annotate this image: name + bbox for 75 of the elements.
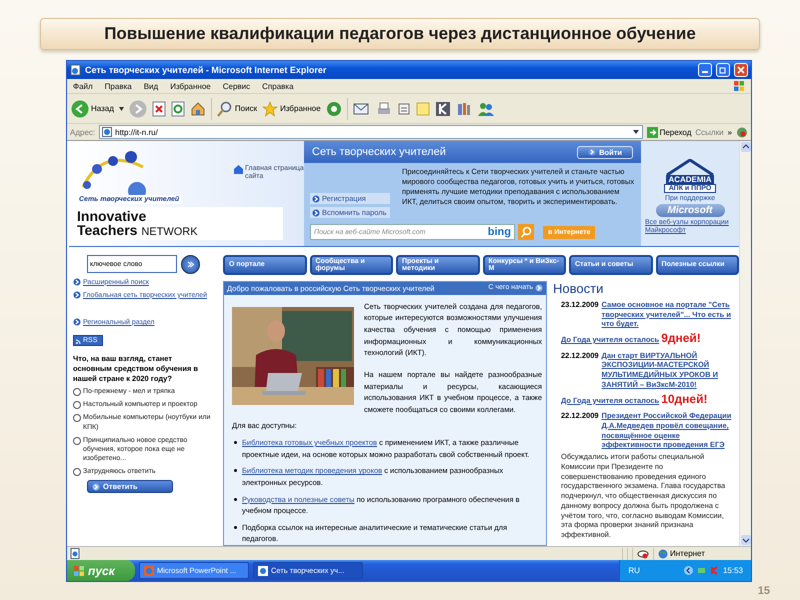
star-icon [262, 100, 278, 116]
books-icon[interactable] [456, 100, 472, 116]
people-icon[interactable] [476, 100, 495, 116]
links-label[interactable]: Ссылки [695, 128, 724, 136]
page-icon [70, 548, 80, 559]
window-title: Сеть творческих учителей - Microsoft Internet Explorer [85, 65, 328, 75]
arrow-circle-icon [588, 148, 596, 156]
close-button[interactable] [734, 63, 748, 77]
back-button[interactable]: Назад [71, 100, 114, 118]
document-icon[interactable] [396, 102, 411, 116]
zone-label: Интернет [658, 548, 748, 558]
menu-item[interactable]: Правка [104, 82, 132, 90]
arrow-circle-icon [73, 318, 81, 326]
ie-page-icon [102, 127, 112, 137]
go-button[interactable]: Переход [646, 126, 692, 138]
window-icon [144, 566, 154, 576]
menu-item[interactable]: Сервис [222, 82, 250, 90]
home-icon[interactable] [190, 100, 206, 116]
search-icon [520, 226, 532, 238]
menu-item[interactable]: Справка [262, 82, 294, 90]
close-icon [737, 66, 745, 74]
radio-button[interactable] [73, 414, 81, 422]
windows-flag-icon [733, 80, 745, 92]
dropdown-caret-icon [632, 128, 640, 136]
search-button[interactable] [518, 224, 534, 240]
more-chevron[interactable]: » [728, 128, 732, 136]
k-letter-icon[interactable] [434, 100, 451, 116]
radio-button[interactable] [73, 436, 81, 445]
bullet-dot [234, 526, 237, 529]
dropdown-caret-icon [118, 106, 124, 110]
arrow-circle-icon [312, 194, 320, 202]
panel-title: Сеть творческих учителей [312, 146, 446, 158]
scroll-down-icon [741, 535, 751, 545]
mail-icon[interactable] [352, 102, 371, 116]
menu-item[interactable]: Файл [73, 82, 93, 90]
slide-title: Повышение квалификации педагогов через дистанционное обучение [40, 18, 760, 50]
ie-page-icon [70, 64, 81, 76]
search-icon [216, 100, 233, 116]
restore-icon [719, 66, 727, 74]
menu-item[interactable]: Избранное [170, 82, 211, 90]
radio-button[interactable] [73, 401, 81, 410]
bullet-dot [234, 498, 237, 500]
radio-button[interactable] [73, 468, 81, 476]
bullet-dot [234, 441, 237, 444]
arrow-circle-icon [312, 208, 320, 216]
stop-icon[interactable] [152, 100, 166, 116]
slide-number: 15 [758, 585, 770, 597]
maximize-button[interactable] [716, 63, 730, 77]
radio-button[interactable] [73, 388, 81, 396]
scroll-up-icon [741, 142, 751, 152]
address-label: Адрес: [70, 128, 96, 136]
privacy-eye-icon [637, 548, 649, 558]
favorites-button[interactable]: Избранное [262, 100, 321, 116]
roof-icon [664, 159, 715, 175]
minimize-button[interactable] [698, 63, 712, 77]
home-icon [234, 165, 243, 174]
bullet-dot [234, 469, 237, 472]
search-button[interactable]: Поиск [216, 100, 258, 116]
search-go-button[interactable] [181, 254, 200, 274]
window-icon [258, 566, 268, 576]
chevron-icon[interactable] [684, 566, 693, 575]
arrow-circle-icon [73, 290, 81, 299]
clock: 15:53 [722, 566, 743, 575]
go-arrow-icon [646, 126, 658, 138]
address-field[interactable]: http://it-n.ru/ [99, 125, 643, 139]
windows-flag-icon [73, 564, 85, 576]
sponsor-logo: Microsoft [656, 204, 724, 217]
rss-icon [76, 338, 82, 344]
news-title: Новости [553, 280, 604, 296]
menu-item[interactable]: Вид [144, 82, 158, 90]
arrow-circle-icon [73, 278, 81, 286]
printer-icon[interactable] [376, 100, 392, 116]
chevron-icon [187, 260, 194, 268]
arrow-circle-icon [92, 482, 100, 491]
arrow-circle-icon [535, 284, 543, 292]
